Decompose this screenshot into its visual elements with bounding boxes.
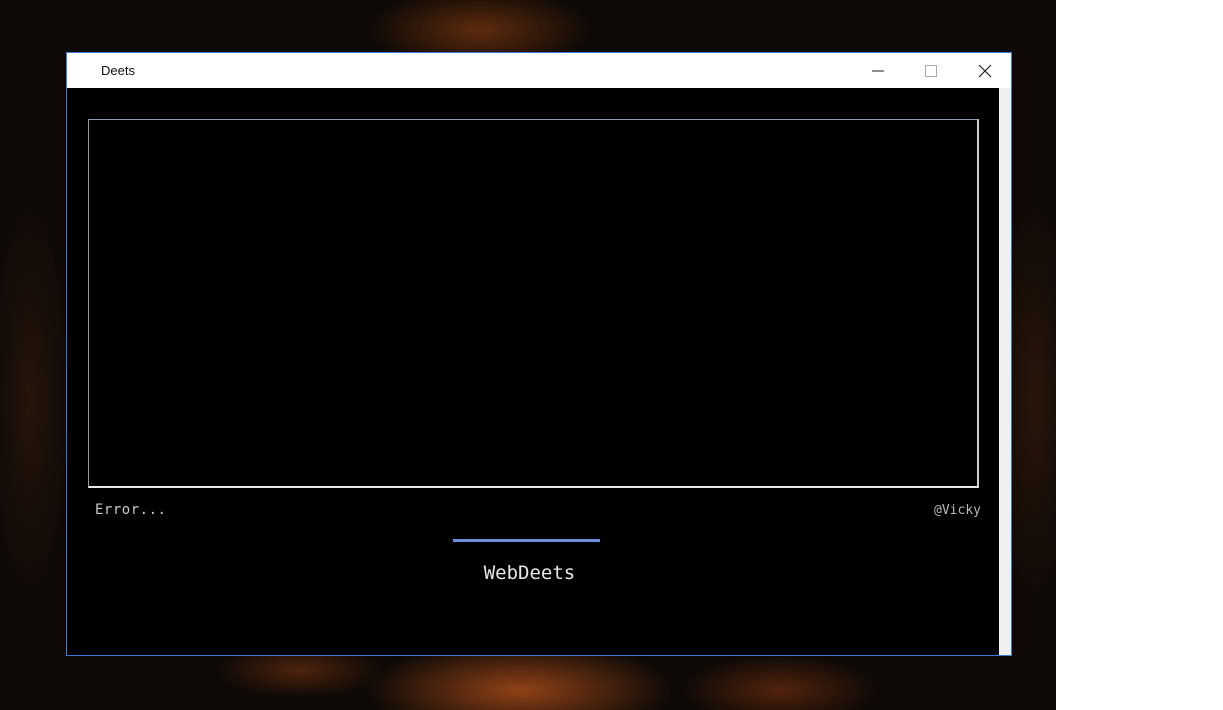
app-window: Deets Error... @Vicky WebDeets [66, 52, 1012, 656]
output-textbox[interactable] [88, 119, 979, 488]
desktop-blank-area [1056, 0, 1223, 710]
minimize-button[interactable] [852, 53, 904, 88]
client-area: Error... @Vicky WebDeets [67, 88, 999, 655]
status-label: Error... [95, 502, 167, 518]
vertical-scrollbar[interactable] [999, 88, 1011, 655]
maximize-icon [925, 64, 937, 77]
brand-label: WebDeets [483, 562, 576, 584]
close-icon [978, 64, 992, 77]
title-bar[interactable]: Deets [67, 53, 1011, 88]
window-title: Deets [101, 63, 135, 78]
close-button[interactable] [959, 53, 1011, 88]
maximize-button[interactable] [905, 53, 957, 88]
progress-bar-fill [453, 539, 600, 542]
minimize-icon [872, 70, 884, 71]
author-label: @Vicky [934, 503, 981, 518]
progress-bar [453, 539, 600, 542]
